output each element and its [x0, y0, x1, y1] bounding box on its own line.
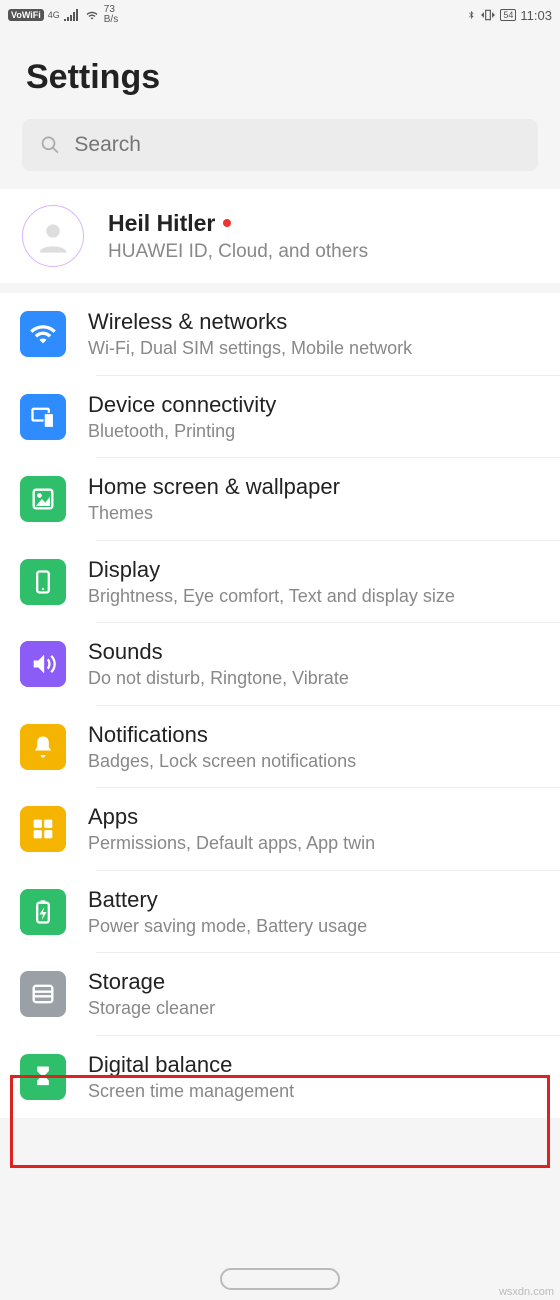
settings-row-home[interactable]: Home screen & wallpaperThemes — [0, 458, 560, 541]
settings-row-storage[interactable]: StorageStorage cleaner — [0, 953, 560, 1036]
row-sub: Wi-Fi, Dual SIM settings, Mobile network — [88, 337, 540, 360]
signal-icon — [64, 9, 80, 21]
settings-row-battery[interactable]: BatteryPower saving mode, Battery usage — [0, 871, 560, 954]
settings-row-apps[interactable]: AppsPermissions, Default apps, App twin — [0, 788, 560, 871]
page-title: Settings — [26, 58, 534, 97]
home-icon — [20, 476, 66, 522]
search-icon — [40, 134, 60, 156]
account-sub: HUAWEI ID, Cloud, and others — [108, 241, 368, 263]
wifi-status-icon — [84, 9, 100, 21]
sound-icon — [20, 641, 66, 687]
settings-row-display[interactable]: DisplayBrightness, Eye comfort, Text and… — [0, 541, 560, 624]
search-box[interactable] — [22, 119, 538, 171]
settings-row-wifi[interactable]: Wireless & networksWi-Fi, Dual SIM setti… — [0, 293, 560, 376]
row-sub: Bluetooth, Printing — [88, 420, 540, 443]
settings-row-hourglass[interactable]: Digital balanceScreen time management — [0, 1036, 560, 1119]
page-header: Settings — [0, 30, 560, 119]
vibrate-icon — [480, 8, 496, 22]
row-sub: Storage cleaner — [88, 997, 540, 1020]
search-input[interactable] — [74, 133, 520, 157]
row-title: Apps — [88, 804, 540, 830]
row-sub: Power saving mode, Battery usage — [88, 915, 540, 938]
clock: 11:03 — [520, 8, 552, 23]
bell-icon — [20, 724, 66, 770]
display-icon — [20, 559, 66, 605]
storage-icon — [20, 971, 66, 1017]
row-sub: Brightness, Eye comfort, Text and displa… — [88, 585, 540, 608]
row-title: Storage — [88, 969, 540, 995]
row-sub: Badges, Lock screen notifications — [88, 750, 540, 773]
battery-icon — [20, 889, 66, 935]
watermark: wsxdn.com — [499, 1286, 554, 1298]
status-bar: VoWiFi 4G 73 B/s 54 11:03 — [0, 0, 560, 30]
battery-indicator: 54 — [500, 9, 516, 21]
row-sub: Screen time management — [88, 1080, 540, 1103]
row-sub: Do not disturb, Ringtone, Vibrate — [88, 667, 540, 690]
row-title: Home screen & wallpaper — [88, 474, 540, 500]
settings-row-sound[interactable]: SoundsDo not disturb, Ringtone, Vibrate — [0, 623, 560, 706]
vowifi-badge: VoWiFi — [8, 9, 44, 21]
row-title: Display — [88, 557, 540, 583]
row-sub: Themes — [88, 502, 540, 525]
wifi-icon — [20, 311, 66, 357]
notification-dot-icon — [223, 219, 231, 227]
row-title: Sounds — [88, 639, 540, 665]
settings-list: Wireless & networksWi-Fi, Dual SIM setti… — [0, 293, 560, 1118]
settings-row-bell[interactable]: NotificationsBadges, Lock screen notific… — [0, 706, 560, 789]
account-row[interactable]: Heil Hitler HUAWEI ID, Cloud, and others — [0, 189, 560, 283]
row-title: Digital balance — [88, 1052, 540, 1078]
row-title: Device connectivity — [88, 392, 540, 418]
device-icon — [20, 394, 66, 440]
avatar — [22, 205, 84, 267]
bluetooth-icon — [466, 8, 476, 22]
nav-pill[interactable] — [220, 1268, 340, 1290]
row-sub: Permissions, Default apps, App twin — [88, 832, 540, 855]
settings-row-device[interactable]: Device connectivityBluetooth, Printing — [0, 376, 560, 459]
row-title: Notifications — [88, 722, 540, 748]
row-title: Wireless & networks — [88, 309, 540, 335]
account-name: Heil Hitler — [108, 210, 215, 237]
hourglass-icon — [20, 1054, 66, 1100]
apps-icon — [20, 806, 66, 852]
row-title: Battery — [88, 887, 540, 913]
network-type: 4G — [48, 11, 60, 20]
data-speed: 73 B/s — [104, 5, 118, 25]
